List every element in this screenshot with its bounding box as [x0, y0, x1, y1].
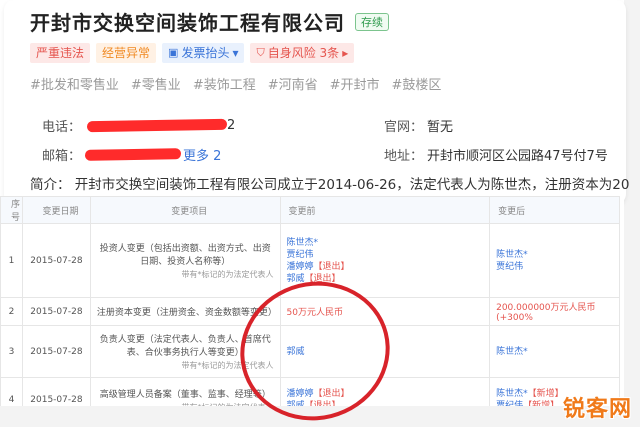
row-index: 2 — [0, 297, 23, 326]
industry-tag[interactable]: #鼓楼区 — [392, 74, 442, 93]
industry-tag[interactable]: #批发和零售业 — [30, 74, 119, 93]
tag-serious-violation[interactable]: 严重违法 — [30, 43, 91, 63]
legal-rep-note: 带有*标记的为法定代表人 — [181, 270, 274, 279]
table-header: 序号 变更日期 变更项目 变更前 变更后 — [0, 196, 620, 224]
phone-value: 2 — [227, 118, 236, 133]
header-date: 变更日期 — [21, 196, 91, 224]
tags-row: 严重违法 经营异常 ▣ 发票抬头 ▾ ⛉ 自身风险 3条 ▸ — [30, 43, 355, 63]
website-label: 官网： — [384, 120, 424, 135]
person-link[interactable]: 贾纪伟 — [496, 261, 613, 273]
shield-icon: ⛉ — [256, 46, 265, 59]
row-after: 陈世杰* 贾纪伟 — [489, 223, 620, 298]
website-row: 官网： 暂无 — [384, 116, 453, 135]
person-link[interactable]: 陈世杰* — [496, 346, 613, 358]
industry-tag[interactable]: #河南省 — [268, 74, 318, 93]
header-index: 序号 — [0, 196, 23, 224]
row-item: 投资人变更（包括出资额、出资方式、出资日期、投资人名称等） 带有*标记的为法定代… — [89, 223, 281, 298]
watermark: 锐客网 — [562, 397, 632, 422]
right-edge — [624, 0, 640, 427]
industry-tags: #批发和零售业 #零售业 #装饰工程 #河南省 #开封市 #鼓楼区 — [30, 74, 441, 93]
risk-button[interactable]: ⛉ 自身风险 3条 ▸ — [250, 43, 355, 63]
company-name: 开封市交换空间装饰工程有限公司 — [30, 11, 345, 35]
description-row: 简介： 开封市交换空间装饰工程有限公司成立于2014-06-26，法定代表人为陈… — [30, 173, 629, 193]
website-value: 暂无 — [427, 120, 454, 135]
email-row: 邮箱： 更多 2 — [42, 145, 221, 164]
row-date: 2015-07-28 — [21, 297, 91, 326]
header-item: 变更项目 — [89, 196, 281, 224]
phone-row: 电话： 2 — [42, 116, 235, 135]
chevron-right-icon: ▸ — [342, 46, 349, 60]
tag-abnormal-operation[interactable]: 经营异常 — [96, 43, 157, 63]
address-value: 开封市顺河区公园路47号付7号 — [427, 149, 608, 164]
industry-tag[interactable]: #零售业 — [131, 74, 181, 93]
company-card: 开封市交换空间装饰工程有限公司 存续 严重违法 经营异常 ▣ 发票抬头 ▾ ⛉ … — [4, 0, 629, 204]
row-date: 2015-07-28 — [21, 325, 91, 378]
chevron-down-icon: ▾ — [232, 46, 239, 60]
industry-tag[interactable]: #装饰工程 — [193, 74, 256, 93]
person-link[interactable]: 贾纪伟 — [287, 249, 484, 261]
industry-tag[interactable]: #开封市 — [330, 74, 380, 93]
invoice-button[interactable]: ▣ 发票抬头 ▾ — [162, 43, 245, 63]
item-text: 高级管理人员备案（董事、监事、经理等） — [99, 389, 271, 400]
address-label: 地址： — [384, 149, 424, 164]
description-label: 简介： — [30, 177, 71, 193]
phone-label: 电话： — [42, 120, 82, 135]
row-index: 3 — [0, 325, 23, 378]
description-text: 开封市交换空间装饰工程有限公司成立于2014-06-26，法定代表人为陈世杰，注… — [74, 177, 630, 193]
person-link[interactable]: 潘婷婷【退出】 — [287, 261, 484, 273]
email-label: 邮箱： — [42, 149, 82, 164]
person-link[interactable]: 陈世杰* — [287, 237, 484, 249]
row-after: 陈世杰* — [489, 325, 620, 378]
header-before: 变更前 — [279, 196, 491, 224]
row-after: 200.000000万元人民币(+300% — [489, 297, 620, 326]
header-after: 变更后 — [489, 196, 620, 224]
title-row: 开封市交换空间装饰工程有限公司 存续 — [30, 7, 389, 36]
row-date: 2015-07-28 — [21, 223, 91, 298]
address-row: 地址： 开封市顺河区公园路47号付7号 — [384, 145, 608, 164]
redaction-mark — [84, 148, 182, 161]
status-badge: 存续 — [355, 12, 389, 31]
item-text: 投资人变更（包括出资额、出资方式、出资日期、投资人名称等） — [99, 244, 271, 267]
invoice-icon: ▣ — [168, 46, 179, 59]
email-more-link[interactable]: 更多 2 — [183, 145, 221, 164]
capital-after: 200.000000万元人民币(+300% — [496, 303, 596, 323]
invoice-label: 发票抬头 — [181, 46, 230, 60]
row-index: 1 — [0, 223, 23, 298]
risk-label: 自身风险 3条 — [267, 46, 340, 60]
redaction-mark — [86, 118, 228, 133]
person-link[interactable]: 陈世杰* — [496, 249, 613, 261]
